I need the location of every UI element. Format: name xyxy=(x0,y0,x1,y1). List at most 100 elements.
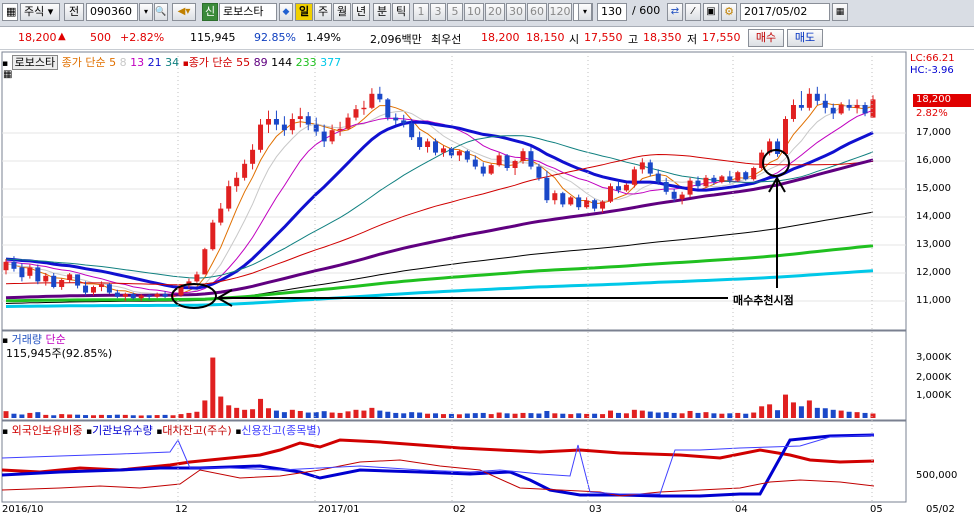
volume-bar xyxy=(337,412,343,418)
candle-body xyxy=(19,267,25,278)
buy-signal-annotation: 매수추천시점 xyxy=(733,294,794,307)
legend-ma5: 5 xyxy=(109,56,117,69)
interval-20-button[interactable]: 20 xyxy=(485,3,505,21)
search-icon[interactable]: 🔍 xyxy=(154,3,168,21)
volume-bar xyxy=(830,409,836,418)
y-tick-17000: 17,000 xyxy=(916,127,951,138)
volume-bar xyxy=(178,414,184,418)
volume-bar xyxy=(488,414,494,418)
candle-body xyxy=(783,119,789,154)
candle-body xyxy=(687,180,693,195)
save-icon[interactable]: ▣ xyxy=(703,3,719,21)
volume-bar xyxy=(719,413,725,418)
volume-bar xyxy=(417,412,423,418)
line-tool-icon[interactable]: ⁄ xyxy=(685,3,701,21)
volume-bar xyxy=(560,413,566,418)
interval-1-button[interactable]: 1 xyxy=(413,3,429,21)
interval-30-button[interactable]: 30 xyxy=(506,3,526,21)
speaker-icon[interactable]: ◀▾ xyxy=(172,3,196,21)
settings-gear-icon[interactable]: ⚙ xyxy=(721,3,737,21)
interval-10-button[interactable]: 10 xyxy=(464,3,484,21)
volume-bar xyxy=(687,410,693,418)
code-dropdown-icon[interactable]: ▾ xyxy=(139,3,153,21)
legend-marker-icon: ▪ xyxy=(2,59,9,69)
candle-body xyxy=(353,109,359,118)
candle-body xyxy=(631,169,637,185)
interval-dropdown-icon[interactable]: ▾ xyxy=(578,3,592,21)
candle-body xyxy=(122,294,128,297)
interval-120-button[interactable]: 120 xyxy=(548,3,572,21)
favorite-icon[interactable]: ◆ xyxy=(279,3,293,21)
volume-bar xyxy=(790,402,796,418)
current-pct-tag: 2.82% xyxy=(916,108,948,119)
candle-body xyxy=(138,295,144,299)
asset-type-select[interactable]: 주식 ▾ xyxy=(20,3,60,21)
candle-body xyxy=(822,100,828,108)
volume-bar xyxy=(870,413,876,418)
volume-bar xyxy=(258,398,264,418)
y-tick-15000: 15,000 xyxy=(916,183,951,194)
period-minute-button[interactable]: 분 xyxy=(373,3,391,21)
holding-tick-500000: 500,000 xyxy=(916,470,958,481)
price-chart[interactable] xyxy=(0,50,974,519)
buy-button[interactable]: 매수 xyxy=(748,29,784,47)
stock-code-input[interactable]: 090360 xyxy=(86,3,138,21)
high-price: 18,350 xyxy=(643,31,682,44)
candle-body xyxy=(313,124,319,132)
candle-body xyxy=(258,124,264,150)
volume-bar xyxy=(679,413,685,418)
volume-bar xyxy=(862,412,868,418)
candle-body xyxy=(43,275,49,282)
candle-body xyxy=(639,162,645,170)
legend-stock-name[interactable]: 로보스타 xyxy=(11,55,59,70)
volume-bar xyxy=(854,412,860,418)
period-tick-button[interactable]: 틱 xyxy=(392,3,410,21)
candle-body xyxy=(361,107,367,110)
period-week-button[interactable]: 주 xyxy=(314,3,332,21)
candle-body xyxy=(202,249,208,275)
volume-bar xyxy=(552,413,558,418)
volume-bar xyxy=(464,413,470,418)
compare-icon[interactable]: ⇄ xyxy=(667,3,683,21)
volume-bar xyxy=(695,412,701,418)
legend-ma2-label: 종가 단순 xyxy=(188,56,233,69)
interval-5-button[interactable]: 5 xyxy=(447,3,463,21)
candle-body xyxy=(27,267,33,276)
holding-marker-icon: ▪ xyxy=(2,427,9,437)
volume-bar xyxy=(496,412,502,418)
volume-bar xyxy=(273,410,279,418)
volume-bar xyxy=(631,409,637,418)
candle-body xyxy=(775,141,781,154)
candle-body xyxy=(496,155,502,166)
interval-3-button[interactable]: 3 xyxy=(430,3,446,21)
interval-60-button[interactable]: 60 xyxy=(527,3,547,21)
candle-body xyxy=(433,141,439,153)
date-input[interactable]: 2017/05/02 xyxy=(740,3,830,21)
grid-icon[interactable]: ▦ xyxy=(2,3,18,21)
period-month-button[interactable]: 월 xyxy=(333,3,351,21)
volume-bar xyxy=(520,412,526,418)
volume-bar xyxy=(27,412,33,418)
sell-button[interactable]: 매도 xyxy=(787,29,823,47)
period-day-button[interactable]: 일 xyxy=(295,3,313,21)
volume-bar xyxy=(202,400,208,418)
candle-body xyxy=(226,186,232,209)
candle-body xyxy=(870,99,876,118)
volume-bar xyxy=(647,411,653,418)
candle-body xyxy=(512,161,518,168)
candle-body xyxy=(663,182,669,192)
prefix-button[interactable]: 전 xyxy=(64,3,84,21)
volume-bar xyxy=(51,415,57,418)
period-year-button[interactable]: 년 xyxy=(352,3,370,21)
display-count-input[interactable]: 130 xyxy=(597,3,627,21)
table-view-icon[interactable]: ▦ xyxy=(3,69,12,80)
candle-body xyxy=(98,284,104,287)
candle-body xyxy=(528,151,534,167)
volume-bar xyxy=(600,414,606,418)
calendar-icon[interactable]: ▦ xyxy=(832,3,848,21)
legend-ma13: 13 xyxy=(130,56,145,69)
candle-body xyxy=(536,166,542,178)
volume-bar xyxy=(194,411,200,418)
x-tick-02: 02 xyxy=(453,504,466,515)
legend-ma233: 233 xyxy=(295,56,317,69)
